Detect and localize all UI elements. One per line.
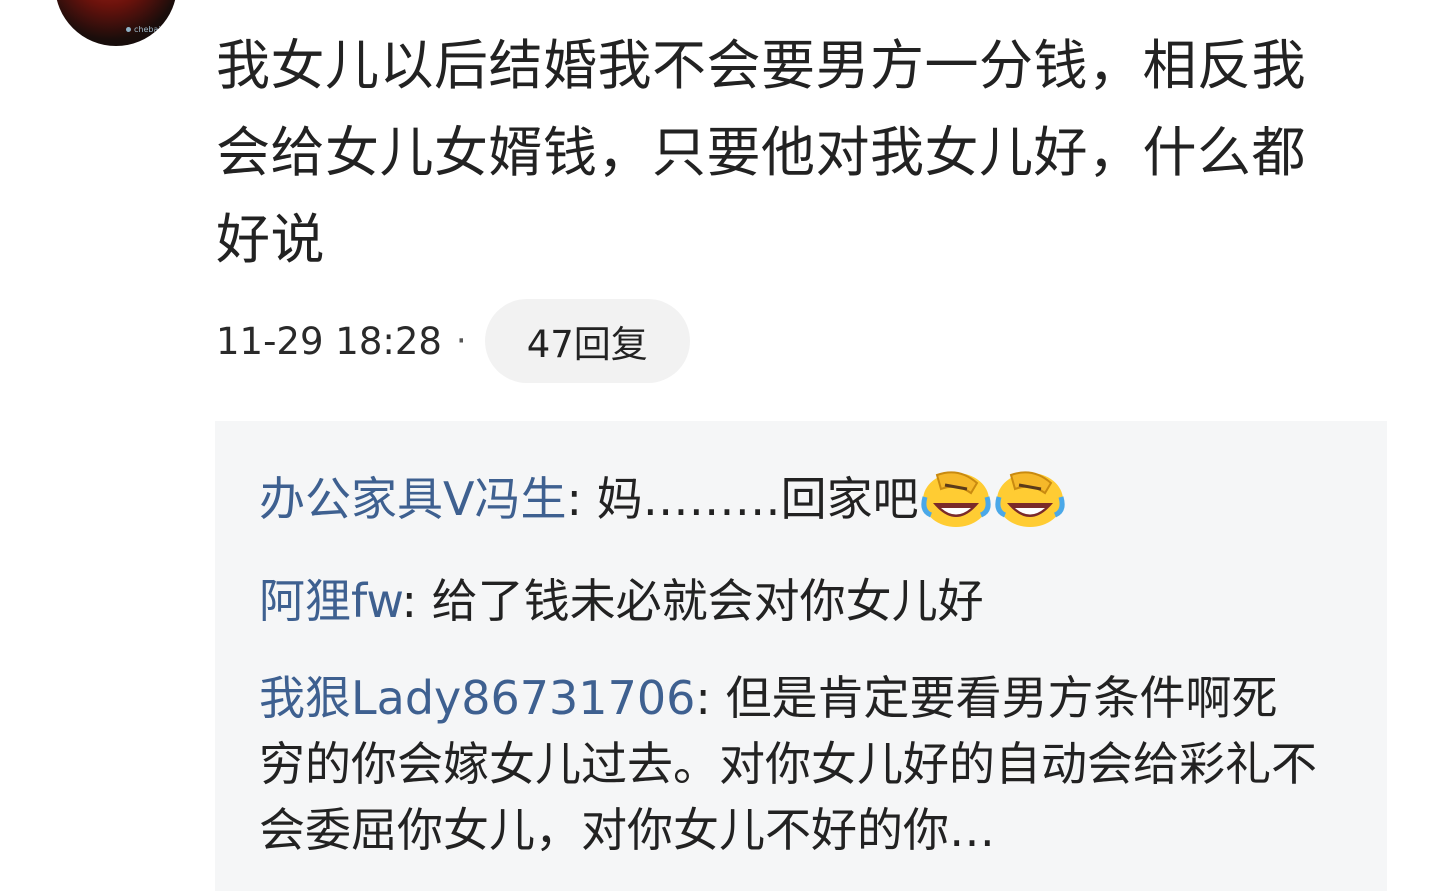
reply-item[interactable]: 我狠Lady86731706: 但是肯定要看男方条件啊死穷的你会嫁女儿过去。对你… [259,665,1319,863]
avatar[interactable]: chebaiq [55,0,177,46]
facepalm-laugh-icon [920,471,991,527]
reply-item[interactable]: 办公家具V冯生: 妈………回家吧 [259,466,1319,532]
avatar-watermark: chebaiq [126,25,166,34]
reply-colon: : [401,574,432,628]
meta-separator: · [455,321,467,361]
reply-text: 给了钱未必就会对你女儿好 [431,574,984,628]
reply-item[interactable]: 阿狸fw: 给了钱未必就会对你女儿好 [259,568,1319,634]
comment-meta: 11-29 18:28 · 47回复 [216,299,690,383]
reply-colon: : [695,671,726,725]
reply-count-label: 47回复 [526,323,648,366]
comment-text: 我女儿以后结婚我不会要男方一分钱，相反我会给女儿女婿钱，只要他对我女儿好，什么都… [216,34,1306,271]
replies-panel[interactable]: 办公家具V冯生: 妈………回家吧 阿狸fw: 给了钱未必就会对你女儿好 我狠La… [215,421,1387,891]
reply-username[interactable]: 我狠Lady86731706 [259,671,695,725]
reply-username[interactable]: 阿狸fw [259,574,402,628]
watermark-dot-icon [126,27,131,32]
facepalm-laugh-icon [994,471,1065,527]
reply-text: 妈………回家吧 [596,472,919,526]
reply-count-button[interactable]: 47回复 [484,299,690,383]
comment-timestamp: 11-29 18:28 [216,319,442,363]
reply-colon: : [566,472,597,526]
avatar-watermark-text: chebaiq [134,25,166,34]
reply-username[interactable]: 办公家具V冯生 [259,472,566,526]
